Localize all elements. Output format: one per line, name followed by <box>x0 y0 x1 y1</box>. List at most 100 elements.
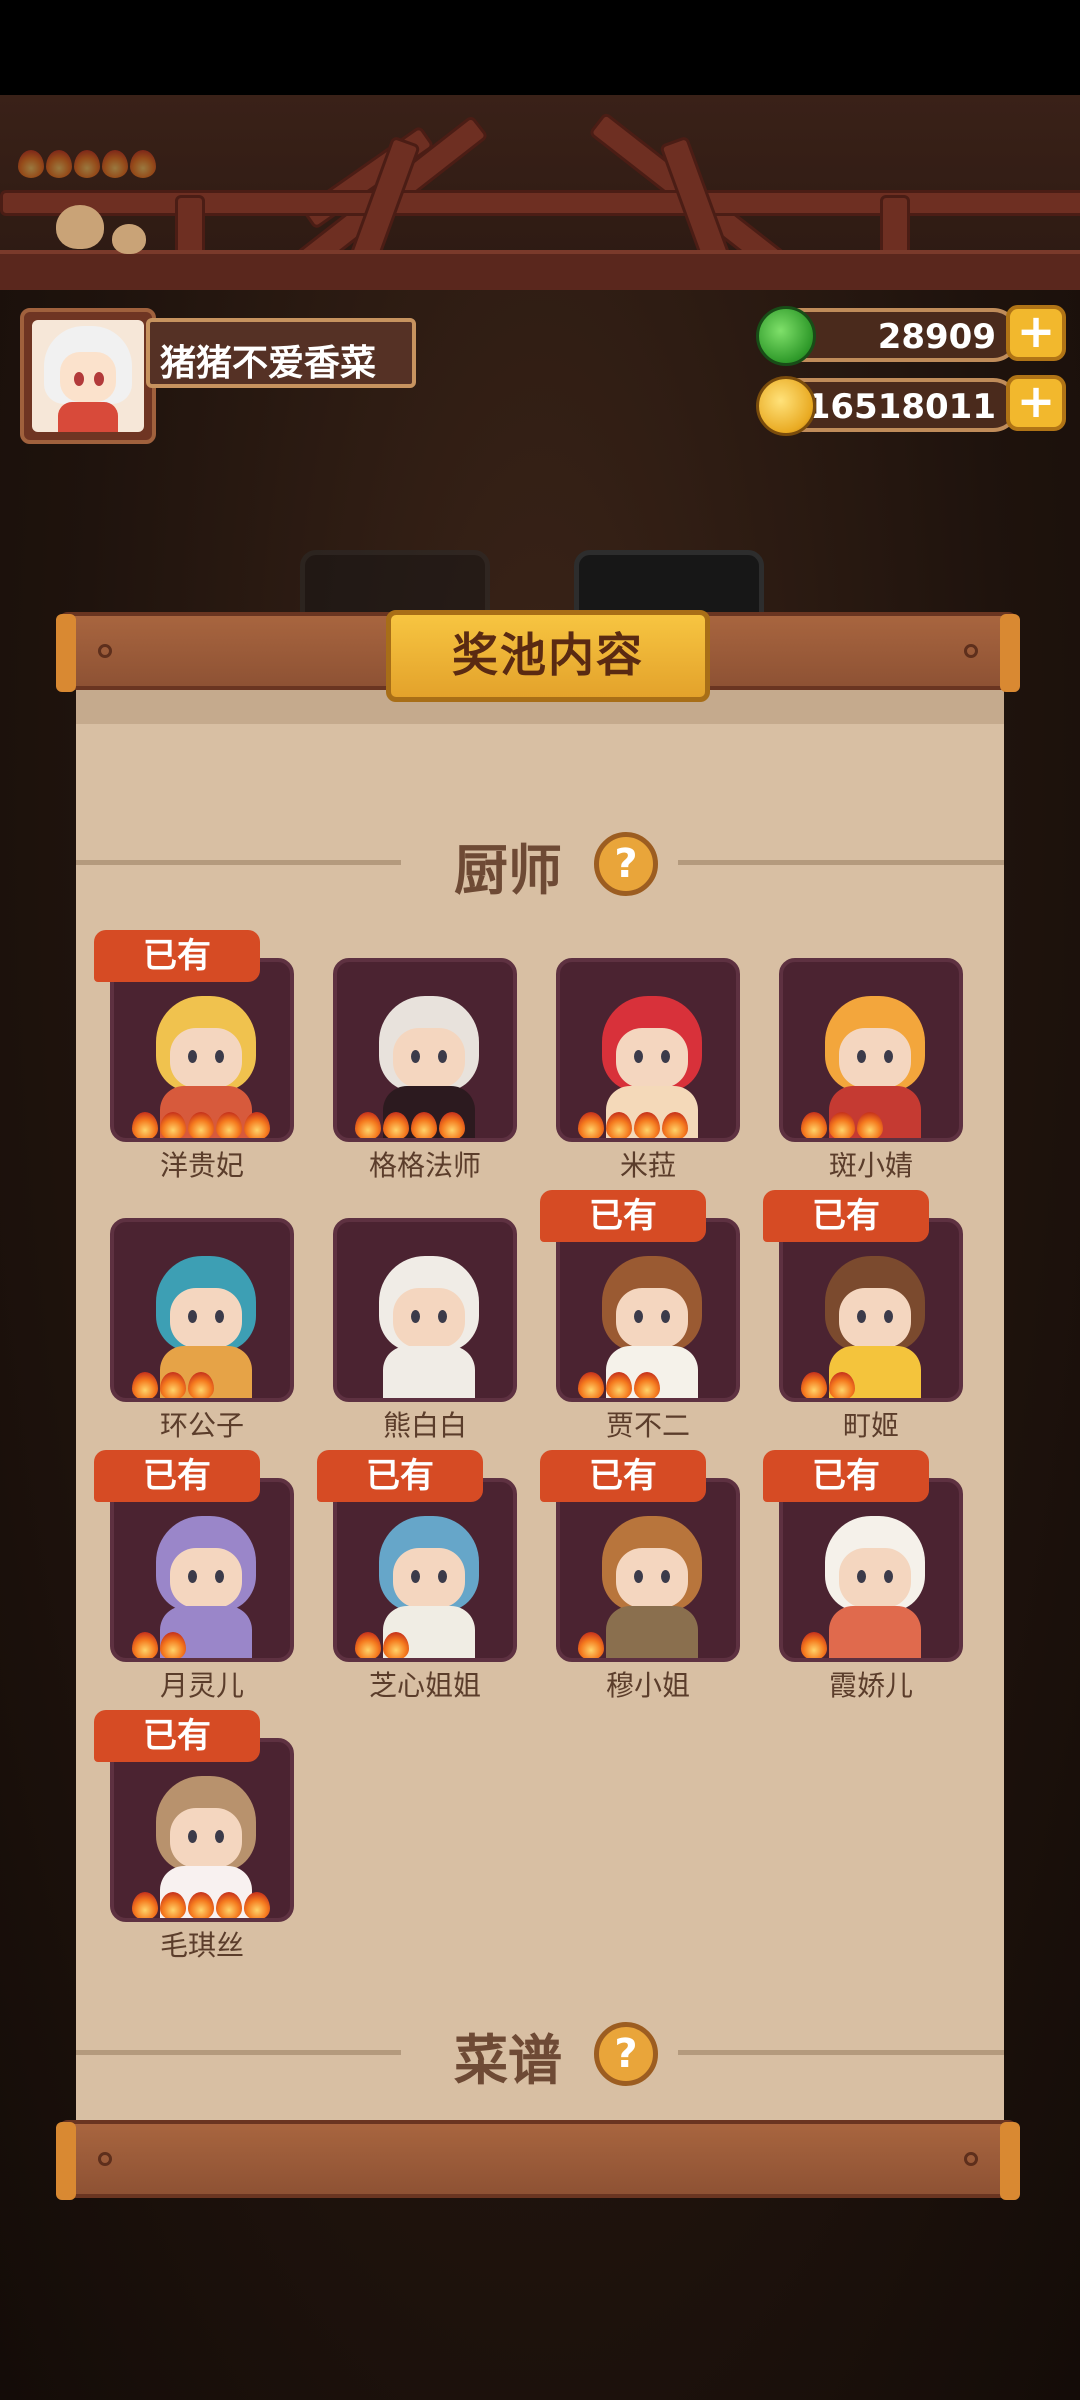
owned-badge: 已有 <box>540 1450 706 1502</box>
chef-card[interactable]: 已有贾不二 <box>540 1190 740 1448</box>
chef-card[interactable]: 格格法师 <box>333 958 517 1188</box>
chef-star-rating <box>801 1112 883 1138</box>
coin-icon <box>756 376 816 436</box>
fire-star-icon <box>662 1112 688 1138</box>
fire-star-icon <box>188 1112 214 1138</box>
fire-star-icon <box>578 1112 604 1138</box>
recipes-help-button[interactable]: ? <box>594 2022 658 2086</box>
chef-portrait <box>556 1478 740 1662</box>
chef-star-rating <box>801 1372 855 1398</box>
chef-name: 洋贵妃 <box>159 1149 244 1182</box>
fire-star-icon <box>160 1892 186 1918</box>
chef-portrait <box>110 958 294 1142</box>
chef-star-rating <box>355 1632 409 1658</box>
fire-star-icon <box>411 1112 437 1138</box>
chef-name: 环公子 <box>159 1409 244 1442</box>
chef-portrait <box>556 958 740 1142</box>
jade-icon <box>756 306 816 366</box>
chef-name: 芝心姐姐 <box>368 1669 481 1702</box>
chef-name: 毛琪丝 <box>159 1929 244 1962</box>
player-avatar[interactable] <box>20 308 156 444</box>
fire-star-icon <box>801 1372 827 1398</box>
fire-star-icon <box>857 1112 883 1138</box>
fire-star-icon <box>355 1632 381 1658</box>
player-name-plate: 猪猪不爱香菜 <box>146 318 416 388</box>
jade-amount: 28909 <box>877 317 996 357</box>
chef-star-rating <box>132 1372 214 1398</box>
chef-portrait <box>779 958 963 1142</box>
scroll-bottom-plank <box>56 2120 1020 2200</box>
fire-star-icon <box>801 1632 827 1658</box>
chef-name: 格格法师 <box>368 1149 481 1182</box>
chef-card[interactable]: 已有月灵儿 <box>94 1450 294 1708</box>
fire-star-icon <box>383 1632 409 1658</box>
fire-star-icon <box>801 1112 827 1138</box>
chefs-help-button[interactable]: ? <box>594 832 658 896</box>
fire-star-icon <box>188 1372 214 1398</box>
chef-name: 月灵儿 <box>159 1669 244 1702</box>
panel-title: 奖池内容 <box>452 628 644 682</box>
chef-card[interactable]: 已有町姬 <box>763 1190 963 1448</box>
chef-star-rating <box>578 1372 660 1398</box>
roof-beam <box>0 250 1080 294</box>
chef-card[interactable]: 斑小婧 <box>779 958 963 1188</box>
chick-decoration <box>112 224 146 254</box>
faint-star-fires <box>18 150 198 182</box>
coin-amount: 16518011 <box>806 387 996 427</box>
chef-card[interactable]: 已有芝心姐姐 <box>317 1450 517 1708</box>
fire-star-icon <box>578 1632 604 1658</box>
avatar-portrait <box>32 320 144 432</box>
chef-card[interactable]: 熊白白 <box>333 1218 517 1448</box>
fire-star-icon <box>132 1892 158 1918</box>
owned-badge: 已有 <box>94 1450 260 1502</box>
owned-badge: 已有 <box>763 1450 929 1502</box>
chef-card[interactable]: 已有洋贵妃 <box>94 930 294 1188</box>
fire-star-icon <box>606 1372 632 1398</box>
chef-star-rating <box>132 1892 270 1918</box>
chef-star-rating <box>355 1112 465 1138</box>
add-jade-button[interactable]: + <box>1006 305 1066 361</box>
fire-star-icon <box>578 1372 604 1398</box>
owned-badge: 已有 <box>94 1710 260 1762</box>
status-bar <box>0 0 1080 95</box>
chef-portrait <box>779 1478 963 1662</box>
fire-star-icon <box>160 1112 186 1138</box>
fire-star-icon <box>439 1112 465 1138</box>
fire-star-icon <box>355 1112 381 1138</box>
chef-portrait <box>556 1218 740 1402</box>
chef-name: 斑小婧 <box>828 1149 913 1182</box>
chef-star-rating <box>578 1632 604 1658</box>
fire-star-icon <box>244 1112 270 1138</box>
fire-star-icon <box>188 1892 214 1918</box>
add-coins-button[interactable]: + <box>1006 375 1066 431</box>
owned-badge: 已有 <box>94 930 260 982</box>
chef-card[interactable]: 已有毛琪丝 <box>94 1710 294 1968</box>
chef-name: 町姬 <box>842 1409 899 1442</box>
fire-star-icon <box>829 1112 855 1138</box>
chef-portrait <box>779 1218 963 1402</box>
chef-card[interactable]: 环公子 <box>110 1218 294 1448</box>
chef-card[interactable]: 米菈 <box>556 958 740 1188</box>
owned-badge: 已有 <box>317 1450 483 1502</box>
fire-star-icon <box>160 1372 186 1398</box>
owned-badge: 已有 <box>540 1190 706 1242</box>
chef-name: 贾不二 <box>605 1409 690 1442</box>
recipes-section-header: 菜谱 ? <box>76 2010 1004 2110</box>
chef-portrait <box>110 1738 294 1922</box>
owned-badge: 已有 <box>763 1190 929 1242</box>
chef-star-rating <box>132 1632 186 1658</box>
reward-pool-scroll[interactable]: 厨师 ? 已有 洋贵妃 格格法师 米菈 斑小婧 环公子 熊白白 已有 贾不二 已有 町姬 已有 月灵儿已… <box>76 690 1004 2122</box>
chef-star-rating <box>801 1632 827 1658</box>
chef-card[interactable]: 已有 霞娇儿 <box>763 1450 963 1708</box>
fire-star-icon <box>244 1892 270 1918</box>
panel-title-badge: 奖池内容 <box>386 610 710 702</box>
chef-name: 米菈 <box>619 1149 676 1182</box>
chef-name: 熊白白 <box>382 1409 467 1442</box>
chef-star-rating <box>578 1112 688 1138</box>
fire-star-icon <box>160 1632 186 1658</box>
fire-star-icon <box>216 1892 242 1918</box>
chef-card[interactable]: 已有 穆小姐 <box>540 1450 740 1708</box>
fire-star-icon <box>132 1372 158 1398</box>
fire-star-icon <box>606 1112 632 1138</box>
fire-star-icon <box>829 1372 855 1398</box>
